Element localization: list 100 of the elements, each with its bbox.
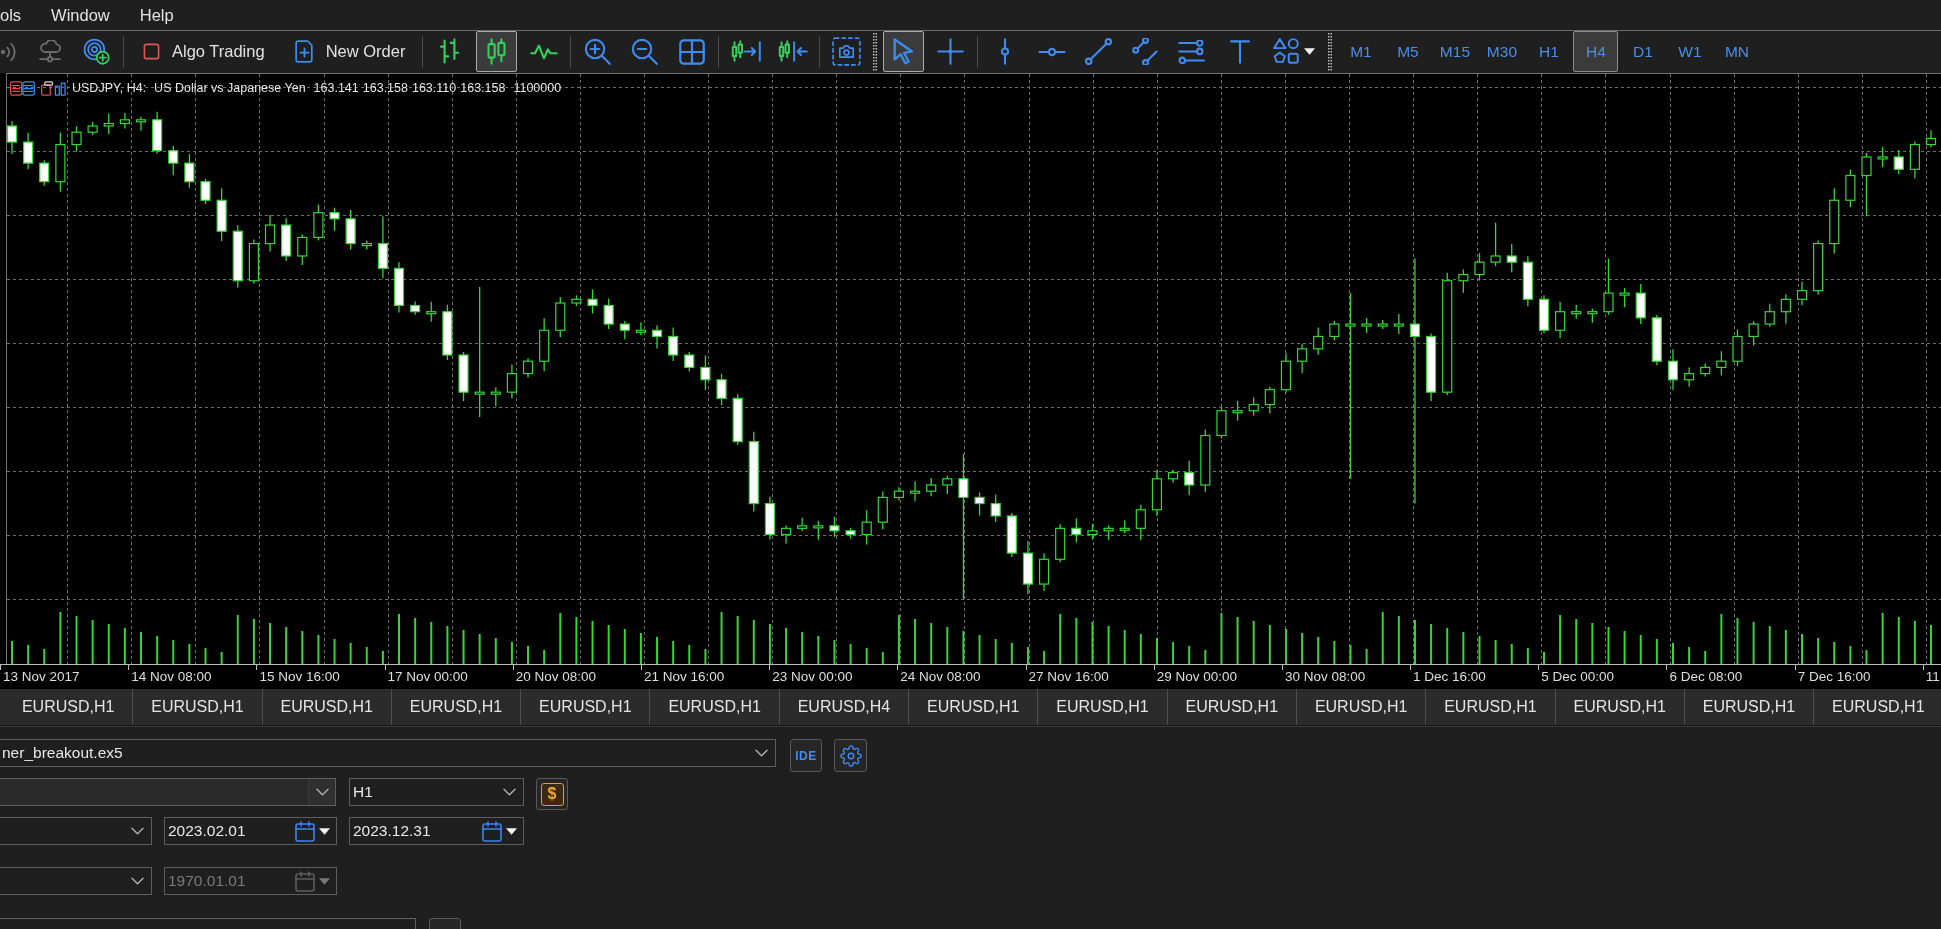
candles-arrow-right-icon [730, 40, 761, 63]
caret-down-icon [319, 827, 330, 835]
dropdown-field[interactable] [0, 778, 336, 806]
chart-tab[interactable]: EURUSD,H1 [391, 689, 522, 725]
time-label: 11 [1922, 665, 1941, 689]
currency-button[interactable]: $ [536, 778, 568, 810]
shapes-icon [1273, 38, 1301, 65]
price-value: 163.158 [460, 81, 506, 96]
timeframe-button[interactable]: H1 [1526, 31, 1572, 72]
timeframe-button[interactable]: W1 [1667, 31, 1713, 72]
document-plus-icon [294, 40, 314, 63]
time-label: 13 Nov 2017 [0, 665, 129, 689]
chart-tab[interactable]: EURUSD,H1 [1684, 689, 1815, 725]
menu-item[interactable]: Help [124, 0, 189, 30]
calendar-icon [295, 820, 315, 842]
timeframe-button[interactable]: MN [1714, 31, 1760, 72]
price-value: 163.158 [362, 81, 408, 96]
bar-chart-icon [438, 38, 462, 65]
chart-tab[interactable]: EURUSD,H1 [1814, 689, 1941, 725]
candlestick-button[interactable] [476, 31, 518, 72]
cursor-icon [891, 38, 916, 65]
calendar-icon [482, 820, 502, 842]
text-icon [1229, 39, 1250, 64]
time-label: 6 Dec 08:00 [1666, 665, 1795, 689]
chart-tab[interactable]: EURUSD,H1 [1296, 689, 1427, 725]
chart-tab[interactable]: EURUSD,H1 [1426, 689, 1556, 725]
chart-description: US Dollar vs Japanese Yen [154, 81, 306, 96]
chart-tab[interactable]: EURUSD,H1 [1555, 689, 1685, 725]
chart-tab[interactable]: EURUSD,H1 [1038, 689, 1168, 725]
time-label: 5 Dec 00:00 [1538, 665, 1667, 689]
calendar-icon [295, 870, 315, 892]
chart-tab[interactable]: EURUSD,H4 [779, 689, 910, 725]
algo-trading-button[interactable]: Algo Trading [130, 31, 278, 72]
horizontal-line-icon [1037, 46, 1066, 57]
chart-tab[interactable]: EURUSD,H1 [262, 689, 392, 725]
dropdown-field[interactable] [0, 817, 152, 845]
zoom-out-icon [631, 38, 659, 65]
stacked-lines-icon [10, 81, 35, 96]
chevron-down-icon [755, 749, 768, 757]
price-value: 163.141 [313, 81, 359, 96]
time-label: 30 Nov 08:00 [1281, 665, 1411, 689]
time-label: 17 Nov 00:00 [384, 665, 513, 689]
menu-item[interactable]: ols [0, 0, 37, 30]
ide-button[interactable]: IDE [790, 739, 822, 772]
settings-icon [839, 744, 862, 767]
candlestick-icon [485, 38, 509, 65]
timeframe-button[interactable]: M15 [1432, 31, 1478, 72]
time-label: 1 Dec 16:00 [1410, 665, 1539, 689]
chart-tab[interactable]: EURUSD,H1 [650, 689, 780, 725]
date-field[interactable]: 2023.02.01 [164, 817, 337, 845]
chevron-down-icon [315, 788, 329, 796]
menu-item[interactable]: Window [36, 0, 125, 30]
new-order-button[interactable]: New Order [283, 31, 417, 72]
line-chart-icon [529, 42, 558, 61]
vertical-line-icon [999, 38, 1010, 65]
candles-arrow-left-icon [777, 40, 808, 63]
price-value: 163.110 [411, 81, 457, 96]
chart-tab[interactable]: EURUSD,H1 [1167, 689, 1297, 725]
time-label: 21 Nov 16:00 [640, 665, 770, 689]
caret-down-icon [1304, 48, 1316, 55]
timeframe-button[interactable]: H4 [1573, 31, 1619, 72]
timeframe-dropdown[interactable]: H1 [349, 778, 524, 806]
volume-value: 1100000 [513, 81, 562, 96]
chevron-down-icon [131, 877, 144, 885]
crosshair-icon [937, 38, 965, 65]
caret-down-icon [506, 827, 517, 835]
timeframe-button[interactable]: M1 [1338, 31, 1384, 72]
time-label: 23 Nov 00:00 [769, 665, 898, 689]
horizontal-levels-icon [1178, 39, 1208, 64]
time-label: 27 Nov 16:00 [1025, 665, 1154, 689]
chart-tab[interactable]: EURUSD,H1 [521, 689, 651, 725]
camera-icon [832, 37, 862, 66]
grip-icon[interactable] [1328, 32, 1333, 71]
time-label: 15 Nov 16:00 [256, 665, 385, 689]
time-label: 29 Nov 00:00 [1153, 665, 1282, 689]
timeframe-button[interactable]: M5 [1385, 31, 1431, 72]
chart-tab[interactable]: EURUSD,H1 [909, 689, 1039, 725]
rings-plus-icon [83, 38, 110, 65]
date-field[interactable]: 2023.12.31 [349, 817, 524, 845]
chart-tab[interactable]: EURUSD,H1 [133, 689, 263, 725]
dropdown-field[interactable] [0, 867, 152, 895]
zoom-in-icon [584, 38, 612, 65]
chevron-down-icon [503, 788, 516, 796]
chart-tab[interactable]: EURUSD,H1 [4, 689, 134, 725]
time-label: 20 Nov 08:00 [512, 665, 641, 689]
timeframe-button[interactable]: M30 [1479, 31, 1525, 72]
time-label: 24 Nov 08:00 [897, 665, 1026, 689]
cursor-button[interactable] [883, 31, 925, 72]
caret-down-icon [319, 877, 330, 885]
settings-button[interactable] [834, 739, 867, 772]
grip-icon[interactable] [873, 32, 878, 71]
time-label: 7 Dec 16:00 [1794, 665, 1923, 689]
chart-symbol: USDJPY, H4: [72, 81, 147, 96]
timeframe-button[interactable]: D1 [1620, 31, 1666, 72]
trend-line-icon [1085, 38, 1113, 65]
parallel-lines-icon [1132, 38, 1160, 65]
bars-icon [41, 81, 66, 96]
grid-icon [678, 38, 705, 65]
chevron-down-icon [131, 827, 144, 835]
expert-dropdown[interactable]: ner_breakout.ex5 [0, 739, 776, 767]
